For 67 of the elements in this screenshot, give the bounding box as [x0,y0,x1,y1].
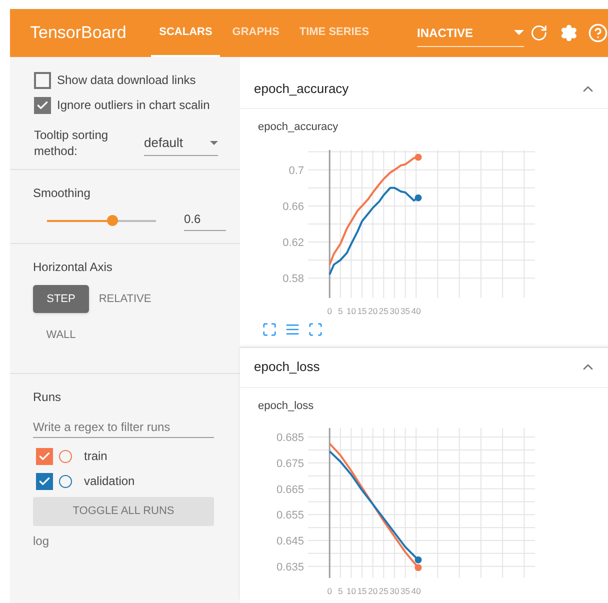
x-tick-label: 40 [411,306,421,316]
checkbox-label: Show data download links [57,72,196,89]
sorting-dropdown[interactable]: default [144,130,218,156]
x-tick-label: 15 [357,306,367,316]
run-name: validation [84,473,135,490]
slider-thumb[interactable] [107,215,118,226]
tooltip-sorting-label: Tooltip sorting method: [34,127,110,159]
checkbox[interactable] [36,472,53,490]
checkbox[interactable] [34,96,51,114]
axis-option-button[interactable]: RELATIVE [97,285,153,313]
x-tick-label: 30 [390,586,400,596]
x-tick-label: 20 [368,586,378,596]
y-tick-label: 0.655 [276,510,304,522]
axis-option-button[interactable]: WALL [33,321,89,349]
x-tick-label: 35 [400,586,410,596]
x-tick-label: 5 [338,306,343,316]
toggle-all-runs-button[interactable]: TOGGLE ALL RUNS [33,497,214,526]
y-tick-label: 0.7 [288,164,304,176]
y-tick-label: 0.635 [276,561,304,574]
run-name: train [84,448,108,465]
smoothing-label: Smoothing [33,185,92,202]
checkbox[interactable] [36,448,53,464]
checkbox[interactable] [34,72,51,88]
x-tick-label: 25 [378,306,388,316]
chart-title: epoch_loss [258,398,315,414]
x-tick-label: 0 [327,306,332,316]
y-tick-label: 0.685 [276,432,304,444]
check-icon [38,450,51,462]
caret-icon [514,30,524,35]
x-tick-label: 5 [338,586,343,596]
runs-label: Runs [33,389,62,406]
y-tick-label: 0.62 [282,236,304,249]
card-title: epoch_loss [254,358,320,376]
x-tick-label: 30 [390,306,400,316]
lines-icon[interactable] [285,322,300,336]
run-filter-field[interactable]: Write a regex to filter runs [33,416,214,438]
x-tick-label: 20 [368,306,378,316]
log-directory-text: log [33,533,50,550]
y-tick-label: 0.665 [276,484,304,496]
smoothing-value-field[interactable]: 0.6 [184,210,226,231]
x-tick-label: 10 [346,586,356,596]
app-title: TensorBoard [30,22,128,44]
checkbox-label: Ignore outliers in chart scalin [57,97,210,114]
y-tick-label: 0.58 [282,272,304,285]
help-icon[interactable] [588,23,608,43]
fit-domain-icon[interactable] [308,322,323,336]
axis-option-button[interactable]: STEP [33,285,89,313]
x-tick-label: 10 [346,306,356,316]
check-icon [36,98,49,112]
y-tick-label: 0.675 [276,458,304,470]
chart-title: epoch_accuracy [258,120,340,135]
x-tick-label: 25 [378,586,388,596]
x-tick-label: 0 [327,586,332,596]
horizontal-axis-label: Horizontal Axis [33,259,114,276]
y-tick-label: 0.66 [282,200,304,212]
refresh-icon[interactable] [530,24,548,42]
x-tick-label: 15 [357,586,367,596]
caret-icon [210,140,218,144]
card-title: epoch_accuracy [254,80,349,98]
settings-icon[interactable] [560,24,578,42]
y-tick-label: 0.645 [276,536,304,548]
smoothing-slider[interactable] [47,214,156,226]
x-tick-label: 40 [411,586,421,596]
fullscreen-icon[interactable] [262,322,277,336]
x-tick-label: 35 [400,306,410,316]
check-icon [38,474,51,488]
run-status-dropdown[interactable]: INACTIVE [417,19,524,47]
